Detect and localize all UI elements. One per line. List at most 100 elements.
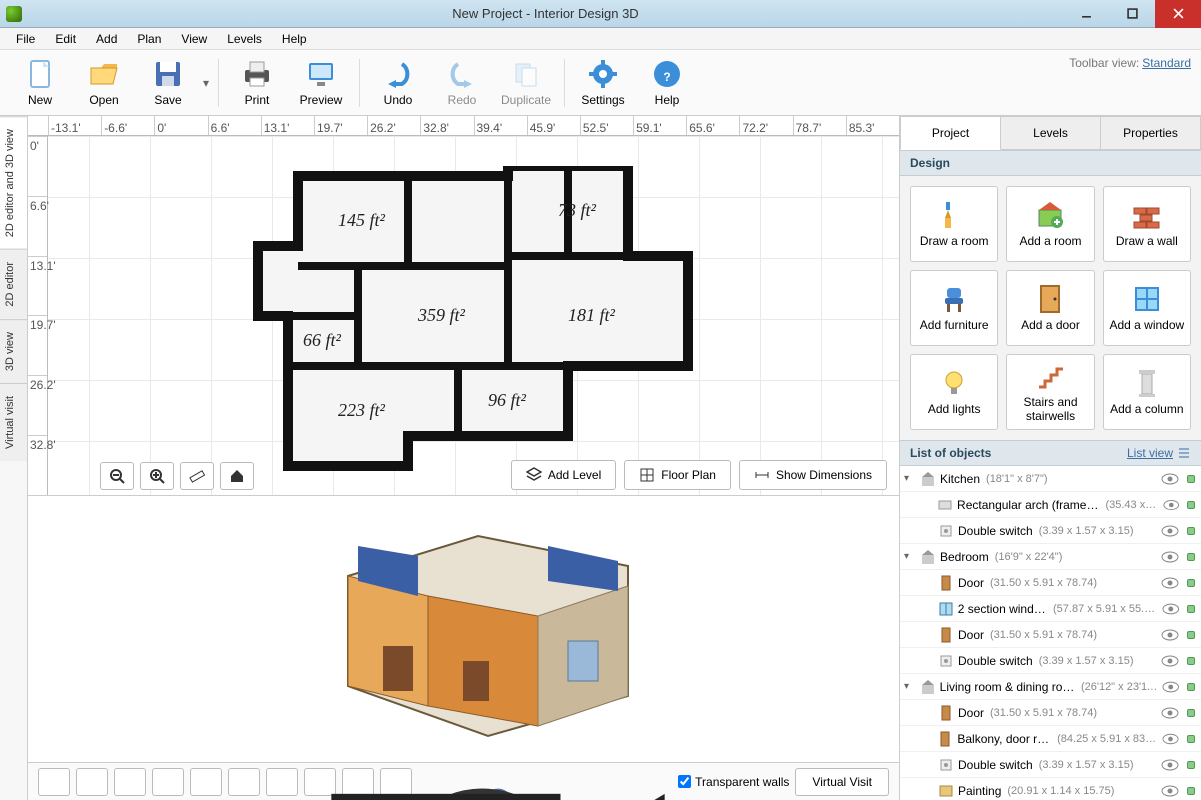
status-dot <box>1187 475 1195 483</box>
room-label: 96 ft² <box>488 390 527 410</box>
list-view-toggle[interactable]: List view <box>1127 446 1191 460</box>
door-icon <box>938 705 954 721</box>
visibility-icon[interactable] <box>1161 758 1179 772</box>
save-button[interactable]: Save <box>136 53 200 113</box>
object-item-row[interactable]: Door (31.50 x 5.91 x 78.74) <box>900 570 1201 596</box>
switch-icon <box>938 757 954 773</box>
menu-add[interactable]: Add <box>86 30 127 48</box>
tab-properties[interactable]: Properties <box>1101 116 1201 150</box>
menu-levels[interactable]: Levels <box>217 30 272 48</box>
zoom-out-button[interactable] <box>100 462 134 490</box>
floor-plan-button[interactable]: Floor Plan <box>624 460 731 490</box>
object-item-row[interactable]: Rectangular arch (frameless) (35.43 x 5.… <box>900 492 1201 518</box>
object-dimensions: (3.39 x 1.57 x 3.15) <box>1039 655 1134 667</box>
tab-2d[interactable]: 2D editor <box>0 249 27 319</box>
minimize-button[interactable] <box>1063 0 1109 28</box>
printer-icon <box>241 58 273 90</box>
visibility-icon[interactable] <box>1162 602 1180 616</box>
visibility-icon[interactable] <box>1162 680 1179 694</box>
object-item-row[interactable]: Double switch (3.39 x 1.57 x 3.15) <box>900 518 1201 544</box>
zoom-out-3d-button[interactable] <box>114 768 146 796</box>
virtual-visit-button[interactable]: Virtual Visit <box>795 768 889 796</box>
toolbar-view-link[interactable]: Standard <box>1142 56 1191 70</box>
visibility-icon[interactable] <box>1162 732 1179 746</box>
redo-button[interactable]: Redo <box>430 53 494 113</box>
save-dropdown-caret[interactable]: ▾ <box>200 76 212 90</box>
print-button[interactable]: Print <box>225 53 289 113</box>
visibility-icon[interactable] <box>1161 654 1179 668</box>
close-button[interactable] <box>1155 0 1201 28</box>
object-item-row[interactable]: 2 section window (57.87 x 5.91 x 55.91) <box>900 596 1201 622</box>
menu-edit[interactable]: Edit <box>45 30 86 48</box>
draw-wall-button[interactable]: Draw a wall <box>1103 186 1191 262</box>
menu-file[interactable]: File <box>6 30 45 48</box>
visibility-icon[interactable] <box>1163 498 1180 512</box>
3d-view-canvas[interactable]: Transparent walls Virtual Visit <box>28 495 899 800</box>
brick-wall-icon <box>1132 200 1162 230</box>
object-name: Double switch <box>958 654 1033 668</box>
zoom-in-3d-button[interactable] <box>152 768 184 796</box>
visibility-icon[interactable] <box>1161 576 1179 590</box>
add-level-button[interactable]: Add Level <box>511 460 616 490</box>
preview-button[interactable]: Preview <box>289 53 353 113</box>
object-item-row[interactable]: Double switch (3.39 x 1.57 x 3.15) <box>900 752 1201 778</box>
open-button[interactable]: Open <box>72 53 136 113</box>
object-item-row[interactable]: Balkony, door right (84.25 x 5.91 x 83.4… <box>900 726 1201 752</box>
visibility-icon[interactable] <box>1161 550 1179 564</box>
expand-icon[interactable]: ▾ <box>904 473 916 484</box>
new-file-icon <box>24 58 56 90</box>
undo-button[interactable]: Undo <box>366 53 430 113</box>
floor-plan-drawing: 145 ft² 73 ft² 359 ft² 181 ft² 66 ft² 22… <box>228 166 708 495</box>
tab-2d-3d[interactable]: 2D editor and 3D view <box>0 116 27 249</box>
status-dot <box>1187 553 1195 561</box>
tab-3d[interactable]: 3D view <box>0 319 27 383</box>
canvas-area: -13.1'-6.6'0'6.6' 13.1'19.7'26.2'32.8' 3… <box>28 116 899 800</box>
object-group-row[interactable]: ▾Kitchen (18'1" x 8'7") <box>900 466 1201 492</box>
add-stairs-button[interactable]: Stairs and stairwells <box>1006 354 1094 430</box>
rotate-right-button[interactable] <box>228 768 260 796</box>
object-item-row[interactable]: Painting (20.91 x 1.14 x 15.75) <box>900 778 1201 800</box>
measure-button[interactable] <box>180 462 214 490</box>
visibility-icon[interactable] <box>1161 784 1179 798</box>
object-dimensions: (26'12" x 23'11") <box>1081 681 1158 693</box>
home-button[interactable] <box>220 462 254 490</box>
zoom-in-button[interactable] <box>140 462 174 490</box>
duplicate-button[interactable]: Duplicate <box>494 53 558 113</box>
add-furniture-button[interactable]: Add furniture <box>910 270 998 346</box>
rotate-left-button[interactable] <box>190 768 222 796</box>
new-button[interactable]: New <box>8 53 72 113</box>
menu-view[interactable]: View <box>171 30 217 48</box>
add-door-button[interactable]: Add a door <box>1006 270 1094 346</box>
pan-button[interactable] <box>76 768 108 796</box>
visibility-icon[interactable] <box>1161 706 1179 720</box>
tab-levels[interactable]: Levels <box>1001 116 1101 150</box>
object-item-row[interactable]: Door (31.50 x 5.91 x 78.74) <box>900 700 1201 726</box>
tab-virtual[interactable]: Virtual visit <box>0 383 27 461</box>
menu-help[interactable]: Help <box>272 30 317 48</box>
object-group-row[interactable]: ▾Bedroom (16'9" x 22'4") <box>900 544 1201 570</box>
floor-plan-canvas[interactable]: 0'6.6'13.1' 19.7'26.2'32.8' <box>28 136 899 495</box>
draw-room-button[interactable]: Draw a room <box>910 186 998 262</box>
add-window-button[interactable]: Add a window <box>1103 270 1191 346</box>
design-tools-grid: Draw a room Add a room Draw a wall Add f… <box>900 176 1201 440</box>
settings-button[interactable]: Settings <box>571 53 635 113</box>
expand-icon[interactable]: ▾ <box>904 551 916 562</box>
object-item-row[interactable]: Door (31.50 x 5.91 x 78.74) <box>900 622 1201 648</box>
visibility-icon[interactable] <box>1161 628 1179 642</box>
maximize-button[interactable] <box>1109 0 1155 28</box>
visibility-icon[interactable] <box>1161 472 1179 486</box>
objects-list[interactable]: ▾Kitchen (18'1" x 8'7")Rectangular arch … <box>900 466 1201 800</box>
object-item-row[interactable]: Double switch (3.39 x 1.57 x 3.15) <box>900 648 1201 674</box>
object-group-row[interactable]: ▾Living room & dining room (26'12" x 23'… <box>900 674 1201 700</box>
help-button[interactable]: ? Help <box>635 53 699 113</box>
object-name: Double switch <box>958 524 1033 538</box>
add-lights-button[interactable]: Add lights <box>910 354 998 430</box>
show-dimensions-button[interactable]: Show Dimensions <box>739 460 887 490</box>
add-room-button[interactable]: Add a room <box>1006 186 1094 262</box>
menu-plan[interactable]: Plan <box>127 30 171 48</box>
add-column-button[interactable]: Add a column <box>1103 354 1191 430</box>
visibility-icon[interactable] <box>1161 524 1179 538</box>
tab-project[interactable]: Project <box>900 116 1001 150</box>
expand-icon[interactable]: ▾ <box>904 681 916 692</box>
sync-button[interactable] <box>38 768 70 796</box>
